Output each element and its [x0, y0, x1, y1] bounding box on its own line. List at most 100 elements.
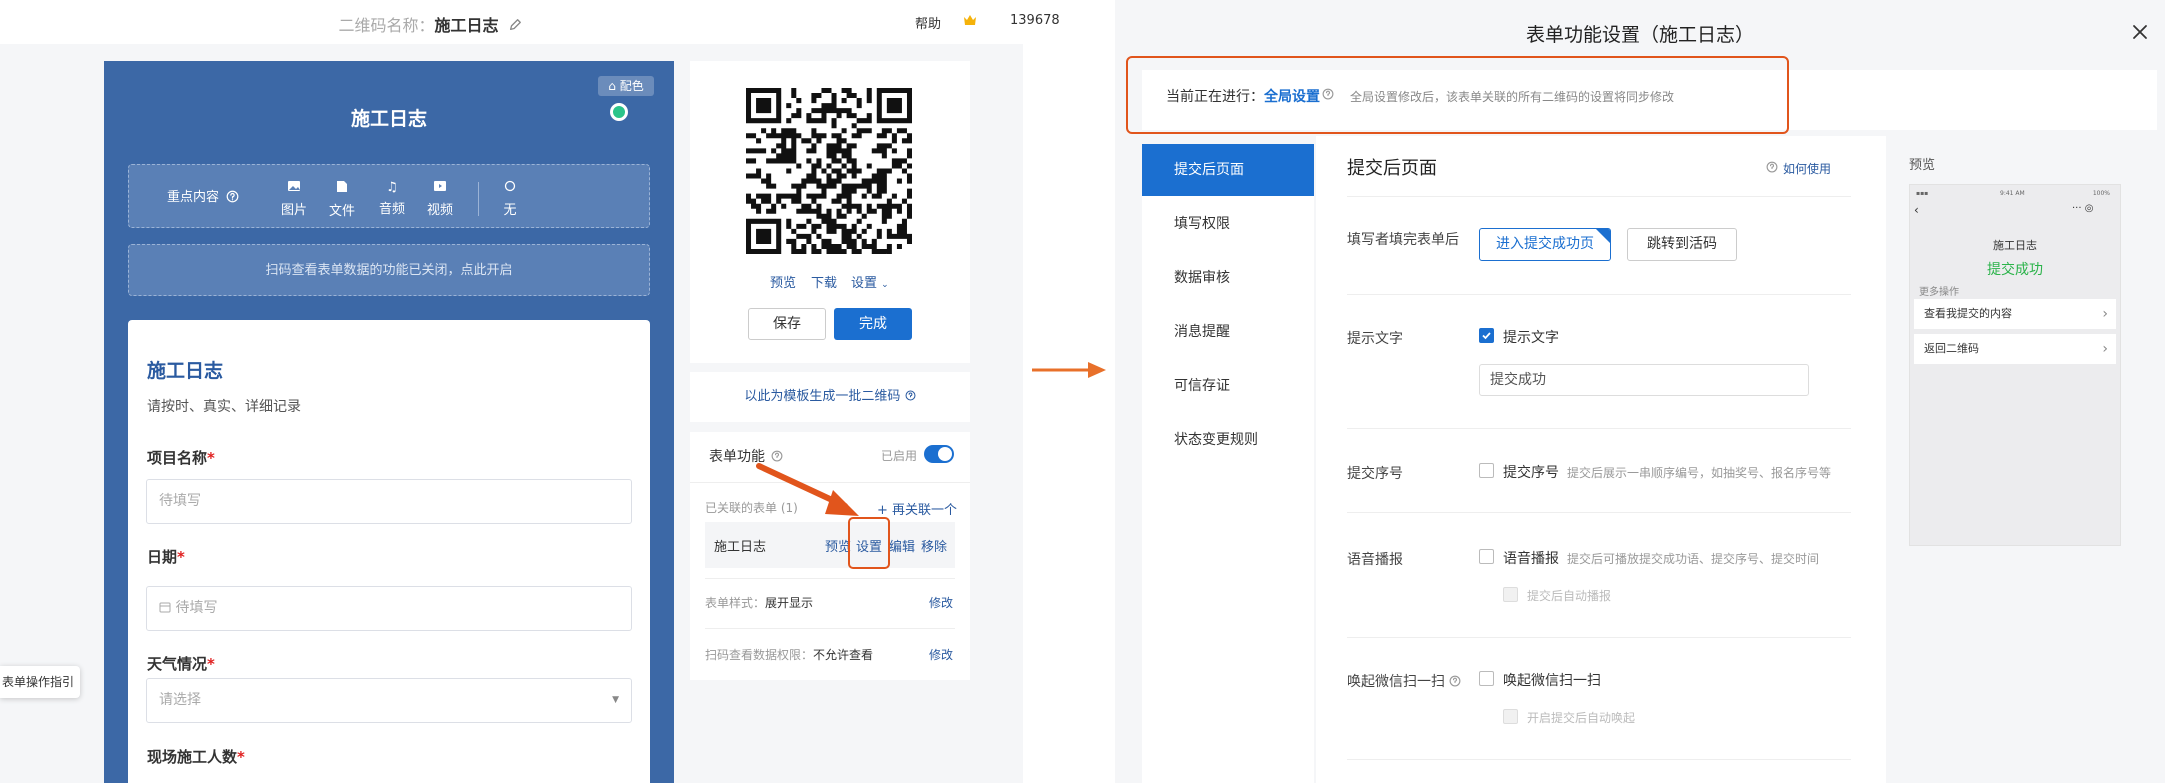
help-link[interactable]: 帮助: [915, 13, 941, 32]
jump-to-qr-option[interactable]: 跳转到活码: [1627, 228, 1737, 261]
required-mark: *: [177, 548, 185, 566]
enter-success-page-option[interactable]: 进入提交成功页: [1479, 228, 1611, 261]
key-content-file[interactable]: 文件: [322, 180, 362, 219]
field-label-workers-text: 现场施工人数: [147, 748, 238, 766]
close-icon[interactable]: [2130, 22, 2150, 42]
phone-status-bar: ▪▪▪ 9:41 AM 100%: [1916, 190, 2112, 197]
divider: [705, 628, 955, 629]
key-content-none[interactable]: 无: [490, 180, 530, 218]
scan-permission-value: 不允许查看: [813, 648, 874, 662]
prompt-text-checkbox-label: 提示文字: [1503, 330, 1559, 346]
form-style-edit[interactable]: 修改: [929, 594, 953, 611]
qr-preview-link[interactable]: 预览: [770, 272, 796, 291]
save-button[interactable]: 保存: [748, 308, 826, 340]
required-mark: *: [237, 748, 245, 766]
form-guide-tooltip[interactable]: 表单操作指引: [0, 666, 80, 698]
wechat-auto-checkbox[interactable]: [1503, 709, 1518, 724]
qr-name: 二维码名称：施工日志: [0, 12, 860, 36]
preview-row-back-to-qr: 返回二维码: [1914, 334, 2116, 364]
calendar-icon: [159, 602, 171, 613]
qr-settings-link[interactable]: 设置 ⌄: [851, 272, 889, 291]
project-name-input[interactable]: 待填写: [146, 479, 632, 524]
form-title: 施工日志: [147, 360, 224, 382]
menu-after-submit[interactable]: 提交后页面: [1142, 144, 1314, 196]
field-label-weather-text: 天气情况: [147, 655, 208, 673]
field-label-project: 项目名称*: [147, 447, 215, 468]
status-time: 9:41 AM: [2000, 190, 2025, 197]
scan-permission-line: 扫码查看数据权限：不允许查看: [705, 646, 873, 663]
menu-status-rules[interactable]: 状态变更规则: [1142, 414, 1314, 466]
menu-data-review[interactable]: 数据审核: [1142, 252, 1314, 304]
content-title: 提交后页面: [1347, 158, 1437, 179]
wechat-scan-checkbox[interactable]: [1479, 671, 1494, 686]
pointer-arrow: [756, 463, 859, 516]
account-phone[interactable]: 139678: [1010, 13, 1060, 28]
prompt-text-input[interactable]: 提交成功: [1479, 364, 1809, 396]
voice-description: 提交后可播放提交成功语、提交序号、提交时间: [1567, 552, 1820, 566]
key-content-image-label: 图片: [280, 203, 307, 218]
key-content-image[interactable]: 图片: [274, 180, 314, 218]
voice-checkbox[interactable]: [1479, 549, 1494, 564]
question-icon[interactable]: [1449, 675, 1461, 687]
palette-button[interactable]: ⌂ 配色: [598, 76, 654, 96]
menu-fill-permission[interactable]: 填写权限: [1142, 198, 1314, 250]
menu-notifications[interactable]: 消息提醒: [1142, 306, 1314, 358]
preview-row-view-submission: 查看我提交的内容: [1914, 299, 2116, 329]
question-icon[interactable]: [226, 190, 239, 203]
form-style-line: 表单样式：展开显示: [705, 594, 813, 611]
qr-code-image: [746, 88, 912, 254]
batch-generate-link[interactable]: 以此为模板生成一批二维码: [690, 372, 970, 422]
field-label-date-text: 日期: [147, 548, 178, 566]
weather-placeholder: 请选择: [159, 692, 201, 708]
music-icon: ♫: [386, 180, 398, 195]
question-icon: [1766, 161, 1778, 173]
qr-download-link[interactable]: 下载: [811, 272, 837, 291]
voice-auto-checkbox[interactable]: [1503, 587, 1518, 602]
palette-label: 配色: [619, 79, 644, 93]
linked-form-name: 施工日志: [714, 540, 767, 555]
key-content-file-label: 文件: [328, 204, 355, 219]
wechat-scan-label-text: 唤起微信扫一扫: [1347, 674, 1445, 690]
how-to-use-link[interactable]: 如何使用: [1783, 160, 1831, 177]
required-mark: *: [207, 449, 215, 467]
prompt-text-label: 提示文字: [1347, 331, 1403, 347]
key-content-video[interactable]: 视频: [420, 180, 460, 218]
check-icon: [1482, 332, 1491, 340]
scan-permission-edit[interactable]: 修改: [929, 646, 953, 663]
weather-select[interactable]: 请选择 ▼: [146, 678, 632, 723]
pencil-icon[interactable]: [508, 18, 522, 32]
key-content-audio-label: 音频: [378, 202, 405, 217]
form-style-label: 表单样式：: [705, 596, 766, 610]
qr-name-label: 二维码名称：: [338, 16, 435, 35]
linked-form-remove[interactable]: 移除: [921, 536, 947, 555]
after-submit-label: 填写者填完表单后: [1347, 232, 1459, 248]
menu-evidence[interactable]: 可信存证: [1142, 360, 1314, 412]
divider: [1347, 294, 1851, 295]
more-icon: ··· ◎: [2072, 203, 2094, 214]
key-content-video-label: 视频: [426, 203, 453, 218]
scan-notice-banner[interactable]: 扫码查看表单数据的功能已关闭，点此开启: [128, 244, 650, 296]
date-input[interactable]: 待填写: [146, 586, 632, 631]
status-battery: 100%: [2092, 190, 2110, 197]
preview-label: 预览: [1909, 158, 1936, 173]
preview-form-title: 施工日志: [1993, 239, 2037, 252]
divider: [1347, 759, 1851, 760]
signal-icon: ▪▪▪: [1916, 190, 1929, 197]
date-placeholder: 待填写: [175, 600, 218, 616]
key-content-audio[interactable]: ♫ 音频: [372, 180, 412, 217]
crown-icon: [964, 15, 976, 25]
serial-checkbox[interactable]: [1479, 463, 1494, 478]
qr-name-value[interactable]: 施工日志: [434, 16, 498, 35]
key-content-text: 重点内容: [167, 190, 220, 205]
link-another-form[interactable]: + 再关联一个: [877, 499, 957, 518]
chevron-down-icon: ⌄: [881, 280, 889, 290]
question-icon: [905, 390, 916, 401]
link-another-label: 再关联一个: [892, 503, 958, 518]
form-function-toggle[interactable]: [924, 445, 954, 463]
serial-description: 提交后展示一串顺序编号，如抽奖号、报名序号等: [1567, 466, 1832, 480]
image-icon: [288, 181, 300, 191]
linked-form-edit[interactable]: 编辑: [889, 536, 915, 555]
done-button[interactable]: 完成: [834, 308, 912, 340]
field-label-workers: 现场施工人数*: [147, 746, 245, 767]
prompt-text-checkbox[interactable]: [1479, 328, 1494, 343]
